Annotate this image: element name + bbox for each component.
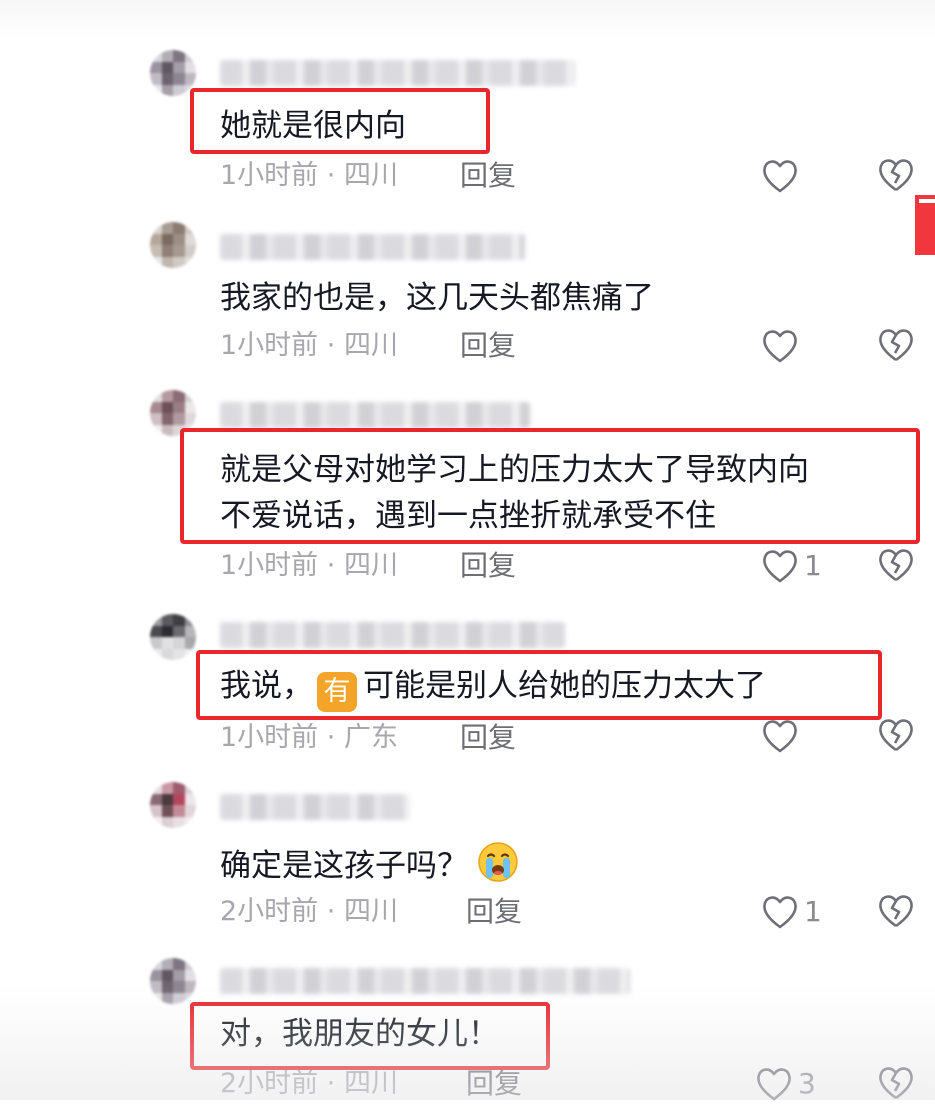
comment-item: 我家的也是，这几天头都焦痛了 1小时前 · 四川 回复 [0,200,935,380]
comment-text: 对，我朋友的女儿！ [220,1016,499,1052]
crying-face-icon [476,840,520,894]
meta-separator: · [326,896,336,927]
comment-meta: 2小时前 · 四川 [220,894,398,930]
comment-text-suffix: 可能是别人给她的压力太大了 [363,668,766,704]
like-button[interactable]: 1 [760,892,822,932]
avatar[interactable] [150,958,196,1004]
reply-button[interactable]: 回复 [466,1066,522,1102]
dislike-button[interactable] [876,892,916,932]
broken-heart-outline-icon [879,159,913,192]
meta-separator: · [326,722,336,753]
dislike-button[interactable] [876,716,916,756]
heart-outline-icon [763,720,797,753]
comment-time: 1小时前 [220,160,319,191]
dislike-button[interactable] [876,156,916,196]
comment-time: 2小时前 [220,896,319,927]
comment-text-line1: 就是父母对她学习上的压力太大了导致内向 [220,452,809,488]
comment-time: 1小时前 [220,330,319,361]
heart-outline-icon [763,160,797,193]
heart-outline-icon [763,550,797,583]
reply-button[interactable]: 回复 [460,548,516,584]
username-blurred[interactable] [220,794,410,820]
like-button[interactable]: 1 [760,546,822,586]
meta-separator: · [326,1068,336,1099]
comment-item: 对，我朋友的女儿！ 2小时前 · 四川 回复 3 [0,950,935,1102]
heart-outline-icon [757,1068,791,1101]
comment-meta: 1小时前 · 四川 [220,548,398,584]
broken-heart-outline-icon [879,1067,913,1100]
comment-text: 我说，有可能是别人给她的压力太大了 [220,666,766,712]
broken-heart-outline-icon [879,549,913,582]
dislike-button[interactable] [876,1064,916,1104]
avatar[interactable] [150,782,196,828]
comment-location: 广东 [343,722,398,753]
comment-location: 四川 [343,330,398,361]
like-count: 1 [804,549,822,582]
comment-meta: 1小时前 · 广东 [220,720,398,756]
dislike-button[interactable] [876,546,916,586]
comment-location: 四川 [343,896,398,927]
heart-outline-icon [763,330,797,363]
username-blurred[interactable] [220,60,575,86]
broken-heart-outline-icon [879,329,913,362]
reply-button[interactable]: 回复 [466,894,522,930]
like-button[interactable]: 3 [754,1064,816,1104]
reply-button[interactable]: 回复 [460,158,516,194]
comment-time: 2小时前 [220,1068,319,1099]
comment-meta: 2小时前 · 四川 [220,1066,398,1102]
broken-heart-outline-icon [879,719,913,752]
comment-item: 就是父母对她学习上的压力太大了导致内向 不爱说话，遇到一点挫折就承受不住 1小时… [0,380,935,600]
comment-text: 我家的也是，这几天头都焦痛了 [220,280,654,316]
username-blurred[interactable] [220,622,565,648]
comment-text: 她就是很内向 [220,108,406,144]
comment-location: 四川 [343,1068,398,1099]
avatar[interactable] [150,390,196,436]
comment-time: 1小时前 [220,722,319,753]
like-count: 3 [798,1067,816,1100]
like-count: 1 [804,895,822,928]
comment-item: 我说，有可能是别人给她的压力太大了 1小时前 · 广东 回复 [0,600,935,770]
avatar[interactable] [150,614,196,660]
like-button[interactable] [760,716,804,756]
heart-outline-icon [763,896,797,929]
broken-heart-outline-icon [879,895,913,928]
comment-meta: 1小时前 · 四川 [220,328,398,364]
like-button[interactable] [760,326,804,366]
comment-item: 确定是这孩子吗？ 2小时前 · 四川 回复 1 [0,770,935,950]
comment-location: 四川 [343,550,398,581]
comment-item: 她就是很内向 1小时前 · 四川 回复 [0,0,935,200]
comment-time: 1小时前 [220,550,319,581]
avatar[interactable] [150,50,196,96]
comment-location: 四川 [343,160,398,191]
comment-text-line2: 不爱说话，遇到一点挫折就承受不住 [220,498,716,534]
reply-button[interactable]: 回复 [460,328,516,364]
username-blurred[interactable] [220,968,630,994]
username-blurred[interactable] [220,234,525,260]
meta-separator: · [326,550,336,581]
username-blurred[interactable] [220,402,530,428]
comment-meta: 1小时前 · 四川 [220,158,398,194]
meta-separator: · [326,330,336,361]
comment-text-body: 确定是这孩子吗？ [220,848,468,884]
meta-separator: · [326,160,336,191]
like-button[interactable] [760,156,804,196]
you-emoji-badge: 有 [317,672,357,712]
comment-text: 确定是这孩子吗？ [220,840,520,894]
avatar[interactable] [150,222,196,268]
dislike-button[interactable] [876,326,916,366]
reply-button[interactable]: 回复 [460,720,516,756]
comment-text-prefix: 我说， [220,668,313,704]
